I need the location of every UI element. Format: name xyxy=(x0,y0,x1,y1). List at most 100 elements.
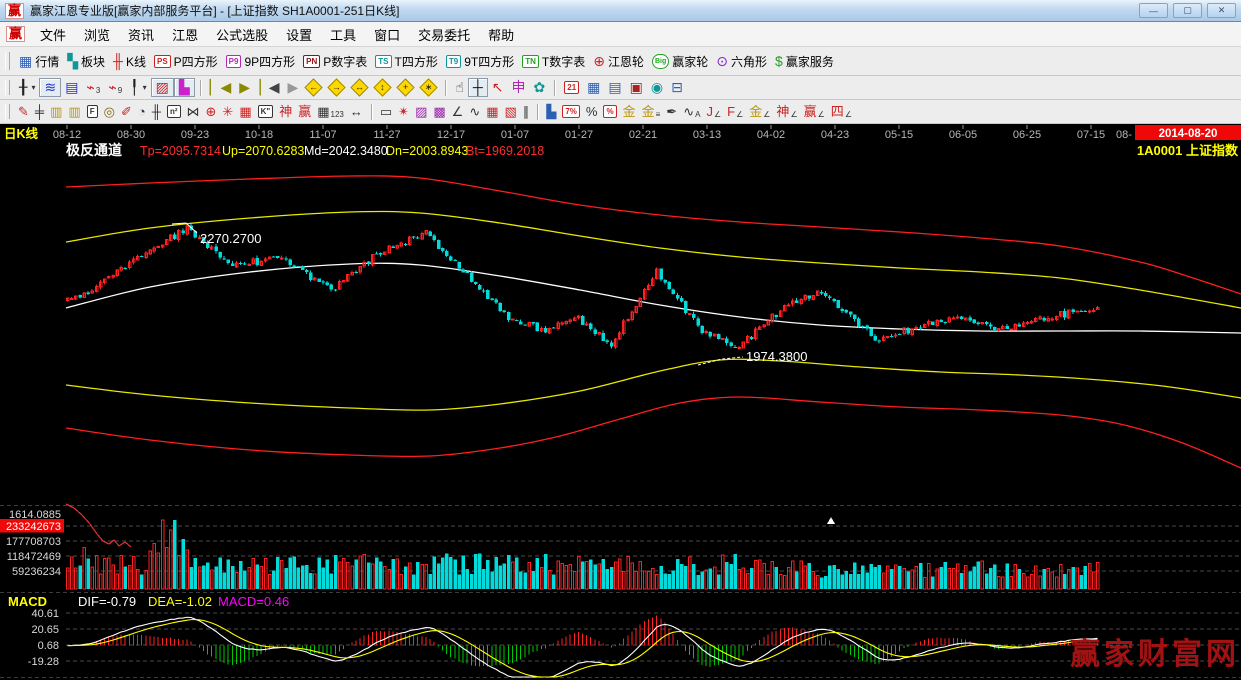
ray-fan-tool[interactable]: ✴ xyxy=(395,103,412,120)
grid-target-tool[interactable]: ▦ xyxy=(236,103,254,120)
t-number-table-button[interactable]: TN T数字表 xyxy=(518,52,589,71)
pan-right-button[interactable]: → xyxy=(328,78,346,96)
kline-style-dropdown[interactable]: ╂ ▾ xyxy=(15,79,39,96)
percent-line-tool[interactable]: % xyxy=(600,104,619,119)
remote-service-button[interactable]: ⊟ xyxy=(667,79,687,96)
menu-item[interactable]: 交易委托 xyxy=(409,22,479,47)
rect-tool[interactable]: ▭ xyxy=(377,103,395,120)
si-angle-tool[interactable]: 四 ∠ xyxy=(828,103,855,120)
shen-grid-tool[interactable]: 神 xyxy=(276,103,295,120)
n2-tool[interactable]: n² xyxy=(164,104,184,119)
purple-box-tool[interactable]: ▨ xyxy=(412,103,430,120)
gold-line-tool[interactable]: 金 ≡ xyxy=(639,103,664,120)
kline-button[interactable]: ╫ K线 xyxy=(109,52,150,71)
ruler-tool[interactable]: ╫ xyxy=(149,103,164,120)
calendar-button[interactable]: 21 xyxy=(560,80,583,95)
next-candle-button[interactable]: ▶ xyxy=(284,79,303,96)
feature-label: 六角形 xyxy=(731,53,767,70)
net-update-button[interactable]: ◉ xyxy=(647,79,667,96)
parallel-lines-tool[interactable]: ∥ xyxy=(520,103,533,120)
wave-3-button[interactable]: ⌁ 3 xyxy=(82,79,104,96)
maximize-button[interactable]: ▢ xyxy=(1173,3,1202,18)
chart-canvas[interactable]: 08-1208-3009-2310-1811-0711-2712-1701-07… xyxy=(0,124,1241,680)
menu-item[interactable]: 工具 xyxy=(321,22,365,47)
ying-angle-tool[interactable]: 赢 ∠ xyxy=(801,103,828,120)
red-pen-tool[interactable]: ✐ xyxy=(118,103,135,120)
p-square-button[interactable]: PS P四方形 xyxy=(150,52,222,71)
minimize-button[interactable]: — xyxy=(1139,3,1168,18)
hscale-tool[interactable]: ╪ xyxy=(32,103,47,120)
hexagon-button[interactable]: ⊙ 六角形 xyxy=(712,52,771,71)
menu-item[interactable]: 帮助 xyxy=(479,22,523,47)
expand-all-button[interactable]: + xyxy=(397,78,415,96)
red-grid2-tool[interactable]: ▧ xyxy=(502,103,520,120)
ink-pen-tool[interactable]: ✒ xyxy=(663,103,680,120)
gann-box-tool[interactable]: ▙ xyxy=(543,103,559,120)
menu-item[interactable]: 公式选股 xyxy=(207,22,277,47)
span-arrow-tool[interactable]: ↔ xyxy=(347,103,366,120)
percent-7-tool[interactable]: 7% xyxy=(559,104,583,119)
j-angle-tool[interactable]: J ∠ xyxy=(703,103,724,120)
t-square-button[interactable]: TS T四方形 xyxy=(371,52,442,71)
candle-type-dropdown[interactable]: ╿ ▾ xyxy=(126,79,150,96)
region-map-button[interactable]: ▨ xyxy=(151,78,174,97)
hand-tool-button[interactable]: ☝ xyxy=(451,79,468,96)
k-mark-tool[interactable]: K" xyxy=(255,104,277,119)
winner-wheel-button[interactable]: Big 赢家轮 xyxy=(648,52,712,71)
pointer-tool-button[interactable]: ↖ xyxy=(488,79,508,96)
zoom-v-button[interactable]: ↕ xyxy=(374,78,392,96)
spiral-tool[interactable]: ◎ xyxy=(101,103,118,120)
purple-grid-tool[interactable]: ▩ xyxy=(430,103,448,120)
red-grid-tool[interactable]: ▦ xyxy=(483,103,501,120)
wave-a-tool[interactable]: ∿ A xyxy=(680,103,703,120)
gold-angle-tool[interactable]: 金 ∠ xyxy=(746,103,773,120)
quote-table-button[interactable]: ▦ 行情 xyxy=(15,52,63,71)
brush-tool[interactable]: ✎ xyxy=(15,103,32,120)
shen-angle-tool[interactable]: 神 ∠ xyxy=(773,103,800,120)
nav-icon: ▤ xyxy=(65,80,78,95)
zigzag-tool[interactable]: ∿ xyxy=(466,103,483,120)
f10-info-button[interactable]: ▤ xyxy=(61,79,82,96)
p-number-table-button[interactable]: PN P数字表 xyxy=(299,52,371,71)
trend-lines-tool[interactable]: ∠ xyxy=(449,103,467,120)
notes-button[interactable]: ▤ xyxy=(604,79,625,96)
grid-123-tool[interactable]: ▦ 123 xyxy=(314,103,347,120)
winner-service-button[interactable]: $ 赢家服务 xyxy=(771,52,838,71)
menu-item[interactable]: 设置 xyxy=(277,22,321,47)
close-button[interactable]: ✕ xyxy=(1207,3,1236,18)
cycle-clock-tool[interactable]: ◔ xyxy=(135,103,149,120)
prev-candle-button[interactable]: ◀ xyxy=(265,79,284,96)
gann-marker-button[interactable]: 申 xyxy=(508,79,530,96)
9t-square-button[interactable]: T9 9T四方形 xyxy=(442,52,518,71)
percent-tool[interactable]: % xyxy=(583,103,601,120)
menu-item[interactable]: 浏览 xyxy=(75,22,119,47)
gold-scale2-tool[interactable]: ▥ xyxy=(65,103,83,120)
shrink-all-button[interactable]: ∗ xyxy=(420,78,438,96)
save-button[interactable]: ▣ xyxy=(626,79,647,96)
first-page-button[interactable]: ▏◀ xyxy=(206,79,236,96)
pan-left-button[interactable]: ← xyxy=(305,78,323,96)
star-grid-tool[interactable]: ✳ xyxy=(219,103,236,120)
smart-brain-button[interactable]: ✿ xyxy=(530,79,550,96)
crosshair-tool-button[interactable]: ┼ xyxy=(468,78,488,97)
gann-wheel-button[interactable]: ⊕ 江恩轮 xyxy=(589,52,648,71)
gold-circle-tool[interactable]: 金 xyxy=(620,103,639,120)
compress-chart-button[interactable]: ≋ xyxy=(39,78,61,97)
compass-tool[interactable]: ⊕ xyxy=(203,103,220,120)
last-page-button[interactable]: ▶▕ xyxy=(235,79,265,96)
menu-item[interactable]: 文件 xyxy=(31,22,75,47)
zoom-h-button[interactable]: ↔ xyxy=(351,78,369,96)
profile-chart-button[interactable]: ▙ xyxy=(174,78,195,97)
menu-item[interactable]: 资讯 xyxy=(119,22,163,47)
menu-item[interactable]: 窗口 xyxy=(365,22,409,47)
menu-item[interactable]: 江恩 xyxy=(163,22,207,47)
gold-scale-tool[interactable]: ▥ xyxy=(47,103,65,120)
f-scale-tool[interactable]: F xyxy=(84,104,101,119)
calculator-button[interactable]: ▦ xyxy=(583,79,604,96)
9p-square-button[interactable]: P9 9P四方形 xyxy=(222,52,299,71)
ying-grid-tool[interactable]: 赢 xyxy=(295,103,314,120)
mirror-angle-tool[interactable]: ⋈ xyxy=(184,103,203,120)
wave-9-button[interactable]: ⌁ 9 xyxy=(104,79,126,96)
sector-button[interactable]: ▚ 板块 xyxy=(63,52,109,71)
f-angle-tool[interactable]: F ∠ xyxy=(724,103,746,120)
